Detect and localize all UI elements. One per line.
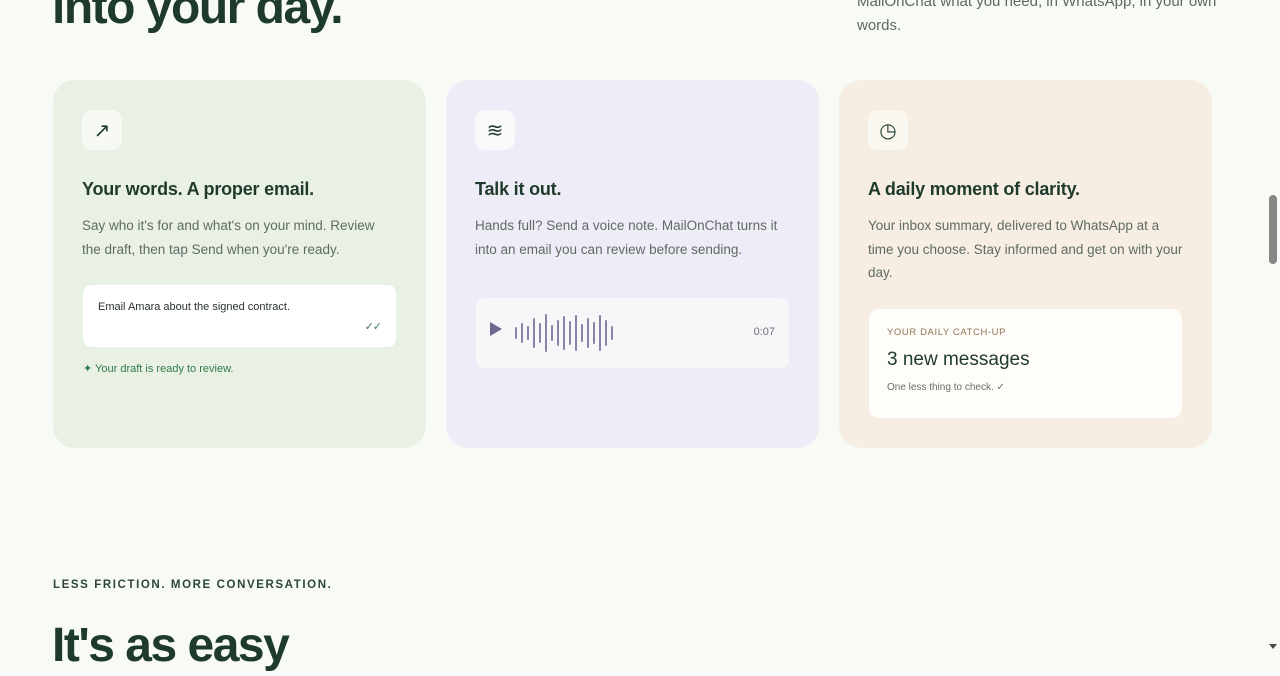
card-description: Say who it's for and what's on your mind… <box>82 218 375 257</box>
voice-note-player: 0:07 <box>476 298 789 368</box>
waveform-bar <box>521 323 523 343</box>
feature-card-summary: ◷ A daily moment of clarity. Your inbox … <box>839 80 1212 448</box>
play-icon[interactable] <box>490 322 502 336</box>
summary-count: 3 new messages <box>887 349 1030 370</box>
hero-subtitle: MailOnChat what you need, in WhatsApp, i… <box>857 0 1217 34</box>
waveform-bar <box>605 320 607 346</box>
section-eyebrow: LESS FRICTION. MORE CONVERSATION. <box>53 579 333 591</box>
email-draft-text: Email Amara about the signed contract. <box>98 301 290 313</box>
section-heading: It's as easy <box>52 619 290 672</box>
card-title: Talk it out. <box>475 179 562 199</box>
waveform-bar <box>551 325 553 341</box>
waveform-bar <box>581 324 583 342</box>
waveform-bar <box>611 326 613 340</box>
waveform-bar <box>575 315 577 351</box>
waveform-bar <box>545 314 547 352</box>
scroll-down-arrow-icon[interactable] <box>1269 644 1277 649</box>
hero-heading: into your day. <box>52 0 344 34</box>
waveform-bar <box>563 316 565 350</box>
card-title: A daily moment of clarity. <box>868 179 1080 199</box>
daily-summary-preview: YOUR DAILY CATCH-UP 3 new messages One l… <box>869 309 1182 418</box>
waveform-bar <box>593 322 595 344</box>
feature-cards: ↗ Your words. A proper email. Say who it… <box>53 80 1213 448</box>
draft-status: ✦ Your draft is ready to review. <box>83 363 234 375</box>
waves-icon: ≋ <box>475 110 515 150</box>
card-description: Your inbox summary, delivered to WhatsAp… <box>868 218 1183 280</box>
waveform-bar <box>539 323 541 343</box>
feature-card-email: ↗ Your words. A proper email. Say who it… <box>53 80 426 448</box>
summary-label: YOUR DAILY CATCH-UP <box>887 327 1007 338</box>
waveform-bar <box>515 327 517 339</box>
waveform-bar <box>569 321 571 345</box>
voice-duration: 0:07 <box>753 326 775 338</box>
waveform-bar <box>527 326 529 340</box>
waveform <box>515 308 617 358</box>
feature-card-voice: ≋ Talk it out. Hands full? Send a voice … <box>446 80 819 448</box>
arrow-up-right-icon: ↗ <box>82 110 122 150</box>
double-check-icon: ✓✓ <box>364 321 382 333</box>
waveform-bar <box>533 318 535 348</box>
page-scrollbar[interactable] <box>1265 0 1280 656</box>
scrollbar-thumb[interactable] <box>1269 195 1277 264</box>
card-description: Hands full? Send a voice note. MailOnCha… <box>475 218 778 257</box>
waveform-bar <box>599 315 601 351</box>
card-title: Your words. A proper email. <box>82 179 314 199</box>
summary-note: One less thing to check. ✓ <box>887 382 1005 393</box>
clock-icon: ◷ <box>868 110 908 150</box>
waveform-bar <box>557 320 559 346</box>
waveform-bar <box>587 318 589 348</box>
email-draft-preview: Email Amara about the signed contract. ✓… <box>83 285 396 347</box>
